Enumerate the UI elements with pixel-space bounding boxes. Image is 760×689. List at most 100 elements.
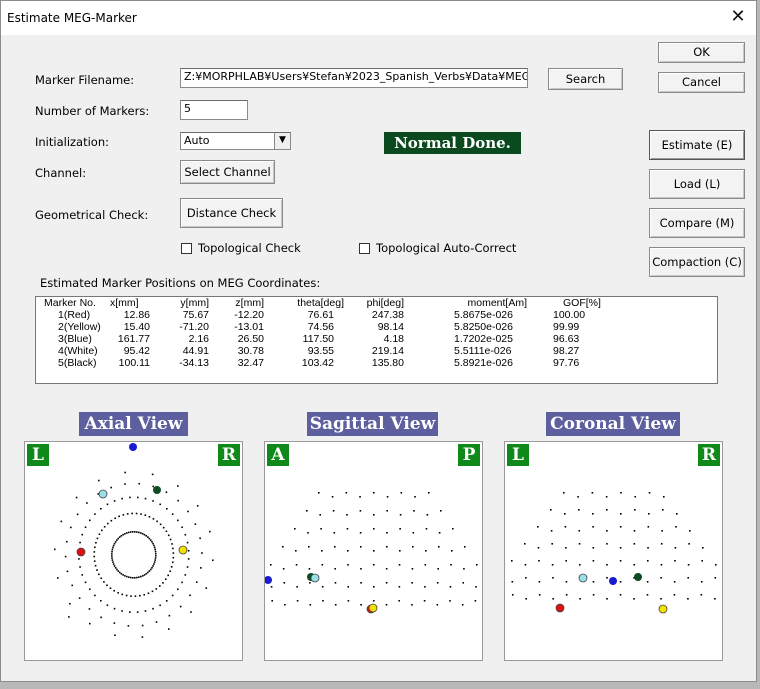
topological-check-checkbox[interactable] bbox=[181, 243, 192, 254]
sensor-point bbox=[124, 532, 126, 535]
sensor-point bbox=[661, 530, 663, 532]
table-row: 3(Blue) 161.77 2.16 26.50 117.50 4.18 1.… bbox=[38, 333, 601, 345]
sensor-point bbox=[184, 533, 187, 536]
sensor-point bbox=[633, 564, 635, 566]
sensor-point bbox=[321, 564, 324, 566]
sensor-point bbox=[189, 594, 191, 597]
sensor-point bbox=[134, 576, 136, 579]
sensor-point bbox=[592, 581, 595, 583]
sensor-point bbox=[171, 513, 174, 515]
sensor-point bbox=[284, 604, 286, 606]
sensor-point bbox=[511, 594, 514, 596]
sensor-point bbox=[93, 555, 96, 558]
sensor-point bbox=[159, 503, 161, 506]
sensor-point bbox=[177, 519, 179, 522]
sensor-point bbox=[154, 548, 157, 551]
compare-button[interactable]: Compare (M) bbox=[649, 208, 745, 238]
sensor-point bbox=[148, 537, 151, 540]
sensor-point bbox=[172, 547, 174, 550]
sensor-point bbox=[179, 605, 182, 608]
table-cell: 100.00 bbox=[553, 309, 586, 321]
initialization-select[interactable]: Auto ▼ bbox=[180, 132, 291, 150]
table-cell: 76.61 bbox=[307, 309, 334, 321]
sensor-point bbox=[112, 544, 115, 547]
topological-autocorrect-label: Topological Auto-Correct bbox=[376, 241, 517, 255]
coronal-view-title: Coronal View bbox=[546, 412, 680, 436]
distance-check-button[interactable]: Distance Check bbox=[180, 198, 283, 228]
sensor-point bbox=[295, 550, 297, 552]
col-header-marker: Marker No. bbox=[44, 297, 96, 309]
sensor-point bbox=[165, 600, 168, 602]
sensor-point bbox=[65, 540, 68, 543]
sensor-point bbox=[106, 604, 109, 607]
sensor-point bbox=[373, 564, 375, 566]
sensor-point bbox=[462, 582, 465, 584]
sensor-point bbox=[118, 536, 121, 538]
sensor-point bbox=[172, 552, 175, 554]
sensor-point bbox=[347, 600, 350, 602]
sensor-point bbox=[171, 543, 173, 545]
marker-yellow bbox=[368, 603, 378, 613]
sensor-point bbox=[154, 559, 157, 561]
sensor-point bbox=[294, 528, 296, 530]
sensor-point bbox=[113, 542, 116, 545]
sensor-point bbox=[171, 561, 174, 564]
sensor-point bbox=[152, 542, 154, 545]
sensor-point bbox=[136, 611, 139, 613]
sensor-point bbox=[93, 560, 96, 562]
sensor-point bbox=[577, 496, 579, 498]
sensor-point bbox=[78, 597, 81, 599]
ok-button[interactable]: OK bbox=[658, 42, 745, 63]
sensor-point bbox=[373, 600, 375, 602]
sensor-point bbox=[139, 532, 142, 534]
marker-filename-field[interactable]: Z:¥MORPHLAB¥Users¥Stefan¥2023_Spanish_Ve… bbox=[180, 68, 528, 88]
sensor-point bbox=[565, 560, 567, 562]
sensor-point bbox=[564, 513, 566, 515]
table-row: 5(Black) 100.11 -34.13 32.47 103.42 135.… bbox=[38, 357, 601, 369]
sensor-point bbox=[100, 577, 102, 580]
sensor-point bbox=[646, 594, 649, 596]
sensor-point bbox=[138, 576, 140, 578]
sensor-point bbox=[619, 594, 622, 596]
sensor-point bbox=[110, 486, 112, 489]
sensor-point bbox=[138, 531, 140, 534]
load-button[interactable]: Load (L) bbox=[649, 169, 745, 199]
num-markers-field[interactable]: 5 bbox=[180, 100, 248, 120]
sensor-point bbox=[113, 607, 116, 610]
sensor-point bbox=[414, 496, 416, 498]
sensor-point bbox=[114, 517, 116, 520]
sensor-point bbox=[168, 614, 171, 617]
select-channel-button[interactable]: Select Channel bbox=[180, 160, 275, 184]
sensor-point bbox=[550, 509, 552, 511]
sensor-point bbox=[139, 594, 141, 597]
sensor-point bbox=[184, 574, 187, 576]
sensor-point bbox=[688, 543, 690, 545]
sensor-point bbox=[687, 564, 690, 566]
search-button[interactable]: Search bbox=[548, 68, 623, 90]
sensor-point bbox=[345, 492, 348, 494]
close-icon[interactable]: ✕ bbox=[728, 7, 748, 27]
chevron-down-icon[interactable]: ▼ bbox=[274, 133, 290, 149]
estimate-button[interactable]: Estimate (E) bbox=[649, 130, 745, 160]
sensor-point bbox=[162, 526, 165, 529]
sensor-point bbox=[271, 600, 273, 602]
sensor-point bbox=[172, 556, 175, 559]
sensor-point bbox=[660, 577, 662, 579]
sensor-point bbox=[126, 575, 128, 578]
sensor-point bbox=[525, 577, 527, 579]
sensor-point bbox=[463, 568, 465, 570]
table-cell: 247.38 bbox=[371, 309, 404, 321]
sensor-point bbox=[591, 492, 594, 494]
table-cell: 2.16 bbox=[188, 333, 209, 345]
sensor-point bbox=[153, 563, 155, 565]
topological-autocorrect-checkbox[interactable] bbox=[359, 243, 370, 254]
sensor-point bbox=[606, 530, 608, 532]
window-title: Estimate MEG-Marker bbox=[7, 11, 137, 25]
cancel-button[interactable]: Cancel bbox=[658, 72, 745, 93]
compaction-button[interactable]: Compaction (C) bbox=[649, 247, 745, 277]
coronal-view-panel: L R bbox=[504, 441, 723, 661]
results-header-row: Marker No. x[mm] y[mm] z[mm] theta[deg] … bbox=[38, 297, 601, 309]
sensor-point bbox=[451, 550, 453, 552]
sensor-point bbox=[633, 598, 635, 600]
sensor-point bbox=[126, 513, 129, 515]
